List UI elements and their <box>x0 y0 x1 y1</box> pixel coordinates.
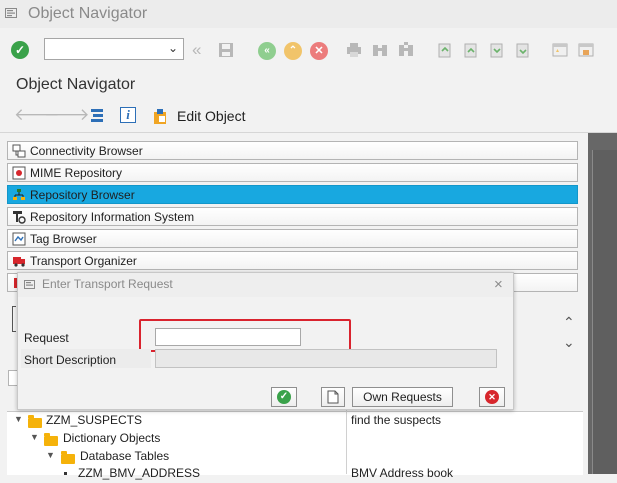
folder-icon <box>44 433 58 446</box>
next-page-icon <box>490 43 503 58</box>
info-icon[interactable]: i <box>120 107 136 123</box>
request-label: Request <box>24 331 69 345</box>
expand-chevron-icon[interactable]: ▼ <box>14 414 23 424</box>
expand-chevron-icon[interactable]: ▼ <box>30 432 39 442</box>
close-icon[interactable]: × <box>494 276 503 293</box>
folder-icon <box>61 451 75 464</box>
confirm-button[interactable]: ✓ <box>271 387 297 407</box>
tree-row[interactable]: ▼ Database Tables <box>14 449 574 466</box>
tree-row[interactable]: ▼ Dictionary Objects <box>14 431 574 448</box>
back-icon[interactable]: « <box>258 42 276 60</box>
first-page-icon <box>438 43 451 58</box>
nav-label: Repository Information System <box>30 209 195 224</box>
nav-repository-browser[interactable]: Repository Browser <box>7 185 578 204</box>
mime-icon <box>12 166 26 179</box>
forward-arrow-icon[interactable]: 🡒 <box>44 105 90 125</box>
nav-label: MIME Repository <box>30 165 123 180</box>
previous-page-icon <box>464 43 477 58</box>
command-field[interactable]: ⌄ <box>44 38 184 60</box>
system-toolbar: ✓ ⌄ « « ⌃ ✕ <box>0 28 617 70</box>
window-menu-icon[interactable] <box>5 8 19 19</box>
edit-object-icon[interactable] <box>152 107 170 125</box>
enter-check-icon[interactable]: ✓ <box>11 41 29 59</box>
last-page-icon <box>516 43 529 58</box>
window-title: Object Navigator <box>28 5 148 22</box>
page-header: Object Navigator <box>0 70 617 100</box>
expand-chevron-icon[interactable]: ▼ <box>46 450 55 460</box>
tree-node-name: ZZM_BMV_ADDRESS <box>78 466 201 480</box>
find-icon <box>373 45 387 56</box>
repository-tree-icon <box>13 188 25 200</box>
shortcut-icon <box>578 43 594 57</box>
nav-label: Transport Organizer <box>30 253 137 268</box>
scroll-up-icon[interactable]: ⌃ <box>563 314 575 331</box>
tree-row[interactable]: ZZM_BMV_ADDRESS BMV Address book <box>14 466 574 483</box>
tree-row[interactable]: ▼ ZZM_SUSPECTS find the suspects <box>14 413 574 430</box>
nav-connectivity-browser[interactable]: Connectivity Browser <box>7 141 578 160</box>
edit-object-button[interactable]: Edit Object <box>177 108 245 124</box>
information-system-icon <box>13 210 26 224</box>
new-document-icon <box>327 390 339 404</box>
nav-label: Repository Browser <box>30 187 135 202</box>
application-toolbar: 🡐 🡒 i Edit Object <box>0 100 617 133</box>
nav-tag-browser[interactable]: Tag Browser <box>7 229 578 248</box>
request-input[interactable] <box>155 328 301 346</box>
dialog-title: Enter Transport Request <box>42 277 173 291</box>
tag-icon <box>12 232 26 245</box>
nav-transport-organizer[interactable]: Transport Organizer <box>7 251 578 270</box>
tree-node-name: ZZM_SUSPECTS <box>46 413 143 427</box>
create-session-icon <box>552 43 568 57</box>
exit-icon[interactable]: ⌃ <box>284 42 302 60</box>
object-list-bracket <box>12 306 16 332</box>
find-next-icon <box>399 42 413 56</box>
dialog-menu-icon[interactable] <box>24 280 37 290</box>
tree-node-description: BMV Address book <box>351 466 454 480</box>
check-icon: ✓ <box>277 390 291 404</box>
back-double-chevron-icon: « <box>192 40 202 59</box>
right-container-content <box>592 150 617 474</box>
dialog-title-bar: Enter Transport Request × <box>18 273 513 297</box>
nav-label: Tag Browser <box>30 231 97 246</box>
tree-node-name: Dictionary Objects <box>63 431 161 445</box>
cancel-button[interactable]: ✕ <box>479 387 505 407</box>
scroll-down-icon[interactable]: ⌄ <box>563 334 575 351</box>
short-description-label: Short Description <box>24 353 117 367</box>
cancel-x-icon: ✕ <box>485 390 499 404</box>
new-request-button[interactable] <box>321 387 345 407</box>
nav-mime-repository[interactable]: MIME Repository <box>7 163 578 182</box>
save-icon <box>219 43 233 57</box>
chevron-down-icon[interactable]: ⌄ <box>168 41 178 55</box>
nav-repository-information-system[interactable]: Repository Information System <box>7 207 578 226</box>
own-requests-button[interactable]: Own Requests <box>352 387 453 407</box>
short-description-input[interactable] <box>155 349 497 368</box>
tree-node-description: find the suspects <box>351 413 442 427</box>
window-title-bar: Object Navigator <box>0 0 617 28</box>
package-folder-icon <box>28 415 42 428</box>
print-icon <box>347 43 361 57</box>
page-title: Object Navigator <box>16 76 136 93</box>
hierarchy-icon[interactable] <box>89 108 105 124</box>
tree-node-name: Database Tables <box>80 449 170 463</box>
transport-request-dialog: Enter Transport Request × Request Short … <box>17 272 514 410</box>
transport-truck-icon <box>13 256 25 267</box>
cancel-icon[interactable]: ✕ <box>310 42 328 60</box>
connectivity-icon <box>12 144 26 157</box>
nav-label: Connectivity Browser <box>30 143 143 158</box>
